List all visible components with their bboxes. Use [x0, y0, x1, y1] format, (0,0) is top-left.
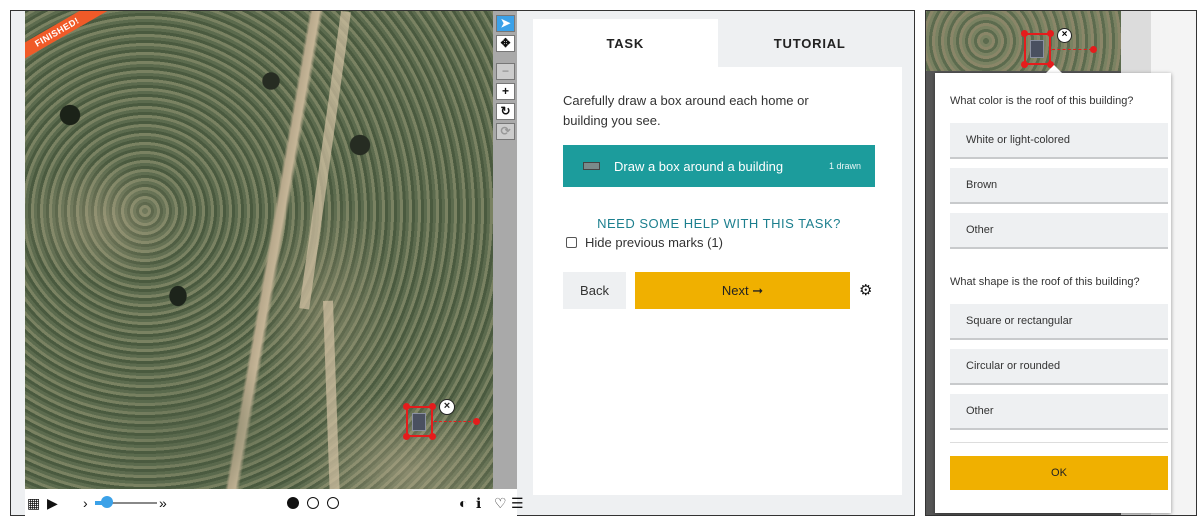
rotate-button[interactable]: ↻: [496, 103, 515, 120]
drawn-rectangle-mark[interactable]: [403, 403, 436, 440]
answer-button[interactable]: Brown: [950, 168, 1168, 204]
answer-button[interactable]: Other: [950, 394, 1168, 430]
drawn-count: 1 drawn: [828, 161, 861, 171]
fast-speed-icon[interactable]: »: [159, 495, 167, 511]
favorite-heart-icon[interactable]: ♡: [494, 495, 507, 511]
mark-connector-line: [1052, 49, 1092, 50]
answer-button[interactable]: Circular or rounded: [950, 349, 1168, 385]
resize-handle[interactable]: [1021, 30, 1028, 37]
pan-tool-button[interactable]: ✥: [496, 35, 515, 52]
draw-tool-label: Draw a box around a building: [614, 158, 784, 174]
mark-connector-line: [434, 421, 476, 422]
zoom-out-button[interactable]: −: [496, 63, 515, 80]
pointer-tool-button[interactable]: ➤: [496, 15, 515, 32]
subject-image-viewer[interactable]: FINISHED! ×: [25, 11, 493, 489]
rectangle-tool-icon: [583, 162, 600, 170]
mark-connector-dot: [473, 418, 480, 425]
close-icon: ×: [1061, 29, 1068, 40]
hide-marks-checkbox[interactable]: [566, 237, 577, 248]
grid-view-icon[interactable]: ▦: [27, 495, 40, 511]
play-icon[interactable]: ▶: [47, 495, 58, 511]
answer-button[interactable]: Square or rectangular: [950, 304, 1168, 340]
mark-connector-dot: [1090, 46, 1097, 53]
building: [412, 413, 426, 431]
frame-dot[interactable]: [327, 497, 339, 509]
subtask-popup: What color is the roof of this building?…: [935, 73, 1171, 513]
gear-icon[interactable]: ⚙: [859, 281, 872, 299]
help-link[interactable]: NEED SOME HELP WITH THIS TASK?: [563, 216, 875, 231]
resize-handle[interactable]: [1021, 61, 1028, 68]
slow-speed-icon[interactable]: ›: [83, 495, 88, 511]
hide-previous-marks[interactable]: Hide previous marks (1): [566, 235, 723, 250]
tab-task[interactable]: TASK: [533, 19, 718, 67]
next-button[interactable]: Next ➞: [635, 272, 850, 309]
building: [1030, 40, 1044, 58]
image-toolbar: ➤ ✥ − + ↻ ⟳: [493, 11, 517, 489]
task-tabs: TASK TUTORIAL: [533, 19, 902, 67]
subtask-frame: × What color is the roof of this buildin…: [925, 10, 1197, 516]
back-button[interactable]: Back: [563, 272, 626, 309]
reset-icon: ⟳: [500, 124, 511, 138]
resize-handle[interactable]: [1047, 30, 1054, 37]
zoom-in-button[interactable]: +: [496, 83, 515, 100]
delete-mark-button[interactable]: ×: [1057, 28, 1072, 43]
hide-marks-label: Hide previous marks (1): [585, 235, 723, 250]
divider: [950, 442, 1168, 443]
draw-box-tool-button[interactable]: Draw a box around a building 1 drawn: [563, 145, 875, 187]
resize-handle[interactable]: [429, 403, 436, 410]
minus-icon: −: [501, 64, 509, 78]
move-icon: ✥: [500, 36, 511, 50]
cursor-arrow-icon: ➤: [500, 16, 511, 30]
speed-slider-thumb[interactable]: [101, 496, 114, 508]
task-instructions: Carefully draw a box around each home or…: [563, 93, 809, 128]
rotate-icon: ↻: [500, 104, 511, 118]
resize-handle[interactable]: [403, 403, 410, 410]
question-label: What shape is the roof of this building?: [950, 276, 1140, 288]
question-label: What color is the roof of this building?: [950, 95, 1134, 107]
collections-list-icon[interactable]: ☰: [511, 495, 524, 511]
tab-tutorial[interactable]: TUTORIAL: [717, 19, 902, 67]
frame-dot[interactable]: [287, 497, 299, 509]
classifier-frame: FINISHED! × ➤ ✥ − + ↻ ⟳ ▦ ▶ › » ◐ ℹ ♡ ☰: [10, 10, 915, 517]
frame-dot[interactable]: [307, 497, 319, 509]
drawn-rectangle-mark[interactable]: [1021, 30, 1054, 68]
resize-handle[interactable]: [403, 433, 410, 440]
ok-button[interactable]: OK: [950, 456, 1168, 490]
plus-icon: +: [501, 84, 509, 98]
info-icon[interactable]: ℹ: [476, 495, 481, 511]
resize-handle[interactable]: [429, 433, 436, 440]
answer-button[interactable]: Other: [950, 213, 1168, 249]
reset-view-button[interactable]: ⟳: [496, 123, 515, 140]
task-panel: TASK TUTORIAL Carefully draw a box aroun…: [533, 19, 902, 495]
delete-mark-button[interactable]: ×: [439, 399, 455, 415]
answer-button[interactable]: White or light-colored: [950, 123, 1168, 159]
close-icon: ×: [443, 400, 451, 412]
playback-controls: ▦ ▶ › » ◐ ℹ ♡ ☰: [25, 489, 524, 517]
contrast-icon[interactable]: ◐: [459, 495, 467, 511]
